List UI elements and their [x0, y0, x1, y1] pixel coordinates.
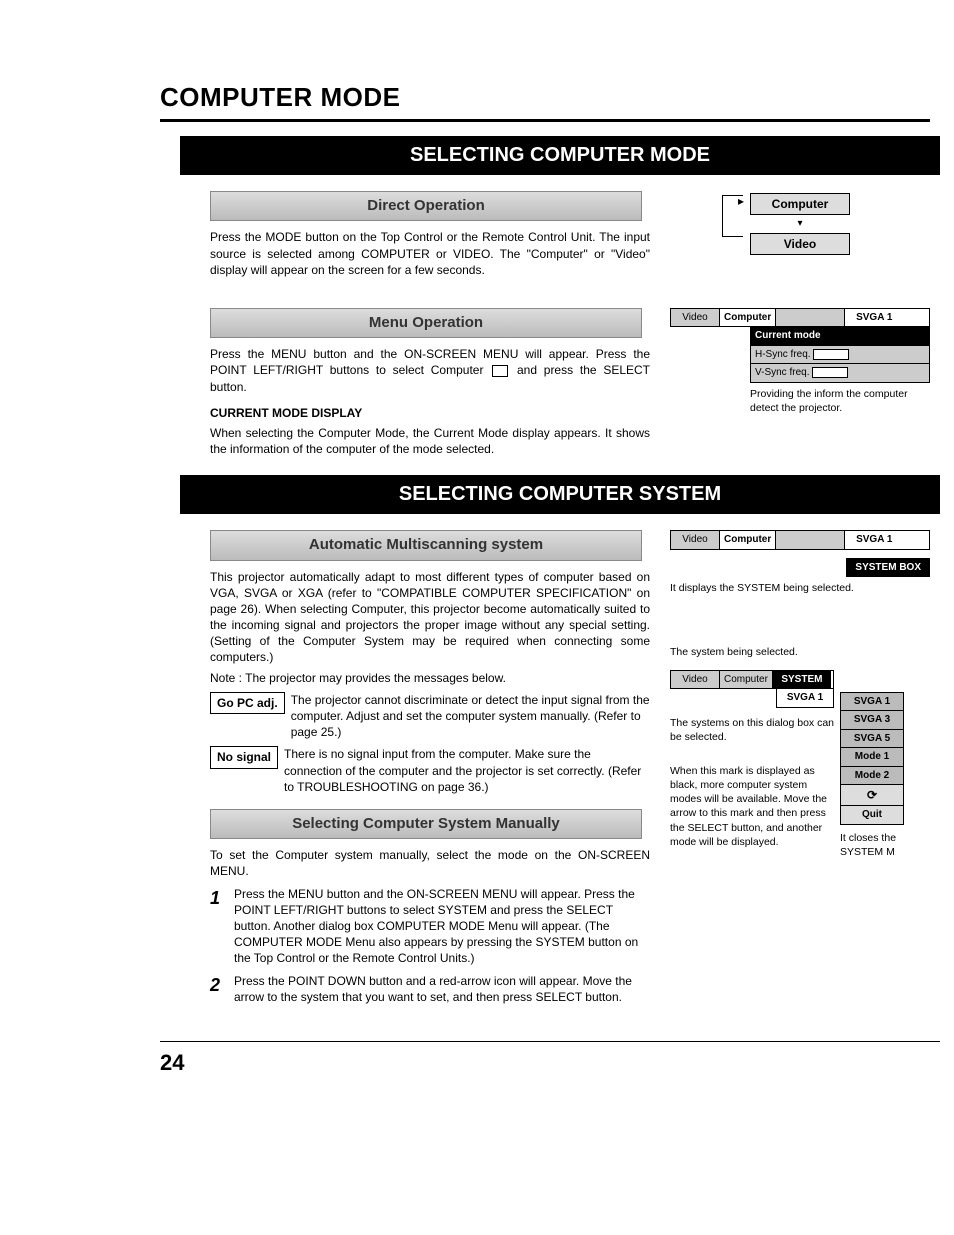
current-mode-display-heading: CURRENT MODE DISPLAY: [210, 405, 650, 421]
note-closes-system: It closes the SYSTEM M: [840, 831, 930, 859]
label-system-selected: The system being selected.: [670, 645, 930, 659]
banner-selecting-computer-mode: SELECTING COMPUTER MODE: [180, 136, 940, 175]
manual-intro: To set the Computer system manually, sel…: [210, 847, 650, 879]
page-number: 24: [160, 1041, 940, 1078]
heading-direct-operation: Direct Operation: [210, 191, 642, 221]
menubar-video: Video: [671, 309, 720, 327]
msg-go-pc-adj-body: The projector cannot discriminate or det…: [291, 692, 650, 741]
heading-select-manually: Selecting Computer System Manually: [210, 809, 642, 839]
current-mode-display-body: When selecting the Computer Mode, the Cu…: [210, 425, 650, 457]
auto-note: Note : The projector may provides the me…: [210, 670, 650, 686]
osd-current-mode: Current mode: [750, 326, 930, 346]
heading-menu-operation: Menu Operation: [210, 308, 642, 338]
menubar-computer: Computer: [720, 309, 776, 327]
refresh-icon: ⟳: [841, 785, 903, 806]
menubar-svga: SVGA 1: [845, 309, 903, 327]
menu-operation-body: Press the MENU button and the ON-SCREEN …: [210, 346, 650, 395]
step-2-num: 2: [210, 973, 234, 997]
direct-operation-body: Press the MODE button on the Top Control…: [210, 229, 650, 278]
msg-no-signal: No signal: [210, 746, 278, 768]
banner-selecting-computer-system: SELECTING COMPUTER SYSTEM: [180, 475, 940, 514]
osd-menubar-2: Video Computer SVGA 1: [670, 530, 930, 550]
note-systems-selectable: The systems on this dialog box can be se…: [670, 716, 834, 744]
fig1-caption: Providing the inform the computer detect…: [750, 387, 930, 415]
quit-button: Quit: [841, 806, 903, 824]
system-box-label: SYSTEM BOX: [846, 558, 930, 578]
note-more-modes: When this mark is displayed as black, mo…: [670, 764, 834, 849]
auto-body: This projector automatically adapt to mo…: [210, 569, 650, 666]
page-title: COMPUTER MODE: [160, 80, 930, 122]
step-1-body: Press the MENU button and the ON-SCREEN …: [234, 886, 650, 967]
msg-go-pc-adj: Go PC adj.: [210, 692, 285, 714]
osd-menubar-3: Video Computer SYSTEM: [670, 670, 834, 690]
osd-vsync: V-Sync freq.: [750, 363, 930, 383]
figure-mode-toggle: ▸ Computer ▾ Video: [670, 191, 930, 257]
osd-computer: Computer: [750, 193, 850, 215]
fig2-caption1: It displays the SYSTEM being selected.: [670, 581, 930, 595]
osd-video: Video: [750, 233, 850, 255]
computer-icon: [492, 365, 508, 377]
step-2-body: Press the POINT DOWN button and a red-ar…: [234, 973, 650, 1005]
step-1-num: 1: [210, 886, 234, 910]
heading-auto-multiscan: Automatic Multiscanning system: [210, 530, 642, 560]
osd-hsync: H-Sync freq.: [750, 345, 930, 365]
osd-menubar-1: Video Computer SVGA 1: [670, 308, 930, 328]
msg-no-signal-body: There is no signal input from the comput…: [284, 746, 650, 795]
system-list: SVGA 1 SVGA 3 SVGA 5 Mode 1 Mode 2 ⟳ Qui…: [840, 692, 904, 825]
